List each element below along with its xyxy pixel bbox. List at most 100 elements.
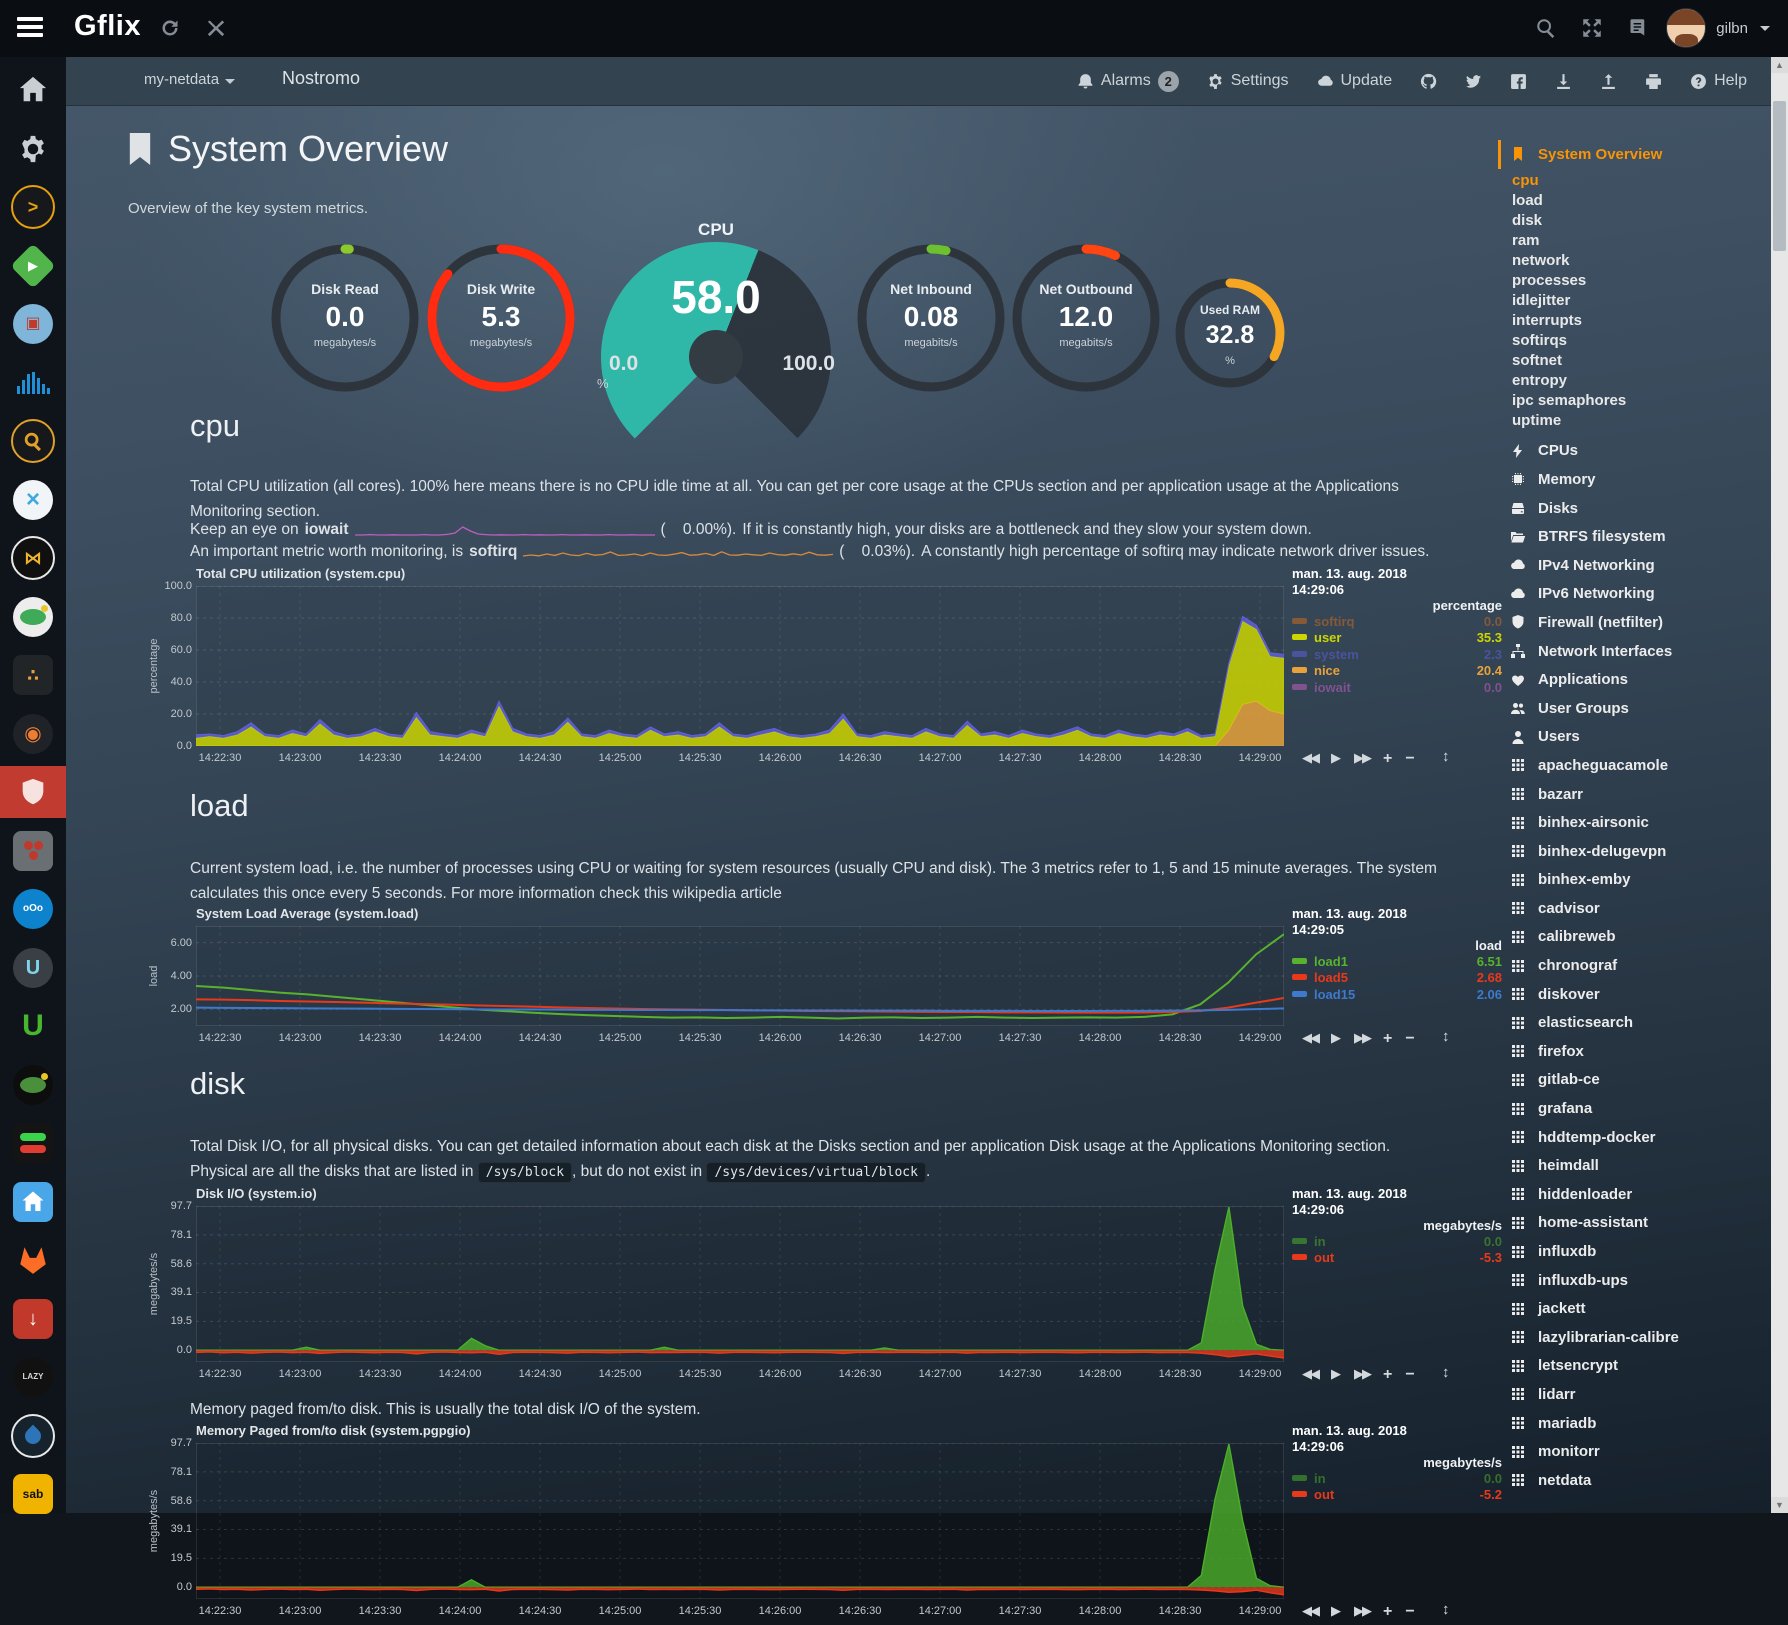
chart-resize-handle[interactable]: ↕ — [1442, 1364, 1450, 1381]
legend-load1[interactable]: load16.51 — [1292, 954, 1502, 970]
pan-backward-button[interactable]: ◀◀ — [1302, 1030, 1318, 1048]
net-outbound-gauge[interactable]: Net Outbound12.0megabits/s — [1011, 243, 1161, 393]
scroll-up-button[interactable]: ▲ — [1771, 57, 1788, 73]
scrollbar[interactable]: ▲ ▼ — [1771, 57, 1788, 1513]
menu-section-gitlab-ce[interactable]: gitlab-ce — [1510, 1066, 1765, 1095]
pan-forward-button[interactable]: ▶▶ — [1354, 750, 1370, 768]
app-icon-jackett[interactable] — [0, 415, 66, 467]
menu-section-firewall-netfilter-[interactable]: Firewall (netfilter) — [1510, 608, 1765, 637]
home-icon[interactable] — [0, 64, 66, 116]
legend-load5[interactable]: load52.68 — [1292, 970, 1502, 986]
app-icon-grafana[interactable]: ◉ — [0, 708, 66, 760]
app-icon-nextcloud[interactable]: oOo — [0, 883, 66, 935]
app-icon-lazylibrarian[interactable]: LAZY — [0, 1351, 66, 1403]
menu-section-bazarr[interactable]: bazarr — [1510, 780, 1765, 809]
chart-plot[interactable] — [196, 1443, 1284, 1599]
app-icon-gitlab[interactable] — [0, 1234, 66, 1286]
chart-memory-paged[interactable]: Memory Paged from/to disk (system.pgpgio… — [150, 1423, 1610, 1625]
app-icon-ubooquity[interactable]: U — [0, 942, 66, 994]
menu-section-binhex-emby[interactable]: binhex-emby — [1510, 866, 1765, 895]
disk-write-gauge[interactable]: Disk Write5.3megabytes/s — [426, 243, 576, 393]
toolbar-alarms-button[interactable]: Alarms2 — [1077, 71, 1179, 92]
app-icon-emby[interactable]: ▶ — [0, 240, 66, 292]
menu-section-btrfs-filesystem[interactable]: BTRFS filesystem — [1510, 522, 1765, 551]
toolbar-twitter-button[interactable] — [1465, 73, 1482, 90]
legend-load15[interactable]: load152.06 — [1292, 987, 1502, 1003]
chart-resize-handle[interactable]: ↕ — [1442, 1601, 1450, 1618]
menu-item-interrupts[interactable]: interrupts — [1512, 311, 1765, 331]
chart-plot[interactable] — [196, 586, 1284, 746]
zoom-out-button[interactable]: − — [1405, 1603, 1414, 1621]
used-ram-gauge[interactable]: Used RAM32.8% — [1174, 277, 1286, 389]
app-icon-organizr[interactable] — [0, 591, 66, 643]
legend-out[interactable]: out-5.3 — [1292, 1250, 1502, 1266]
toolbar-help-button[interactable]: Help — [1690, 72, 1747, 90]
menu-section-hiddenloader[interactable]: hiddenloader — [1510, 1180, 1765, 1209]
chart-resize-handle[interactable]: ↕ — [1442, 1028, 1450, 1045]
legend-system[interactable]: system2.3 — [1292, 647, 1502, 663]
search-icon[interactable] — [1536, 18, 1556, 38]
app-icon-plex[interactable]: > — [0, 181, 66, 233]
legend-user[interactable]: user35.3 — [1292, 630, 1502, 646]
net-inbound-gauge[interactable]: Net Inbound0.08megabits/s — [856, 243, 1006, 393]
app-icon-deluge[interactable] — [0, 1410, 66, 1462]
legend-in[interactable]: in0.0 — [1292, 1471, 1502, 1487]
close-icon[interactable] — [206, 18, 226, 38]
app-icon-tautulli[interactable]: ▣ — [0, 298, 66, 350]
menu-item-entropy[interactable]: entropy — [1512, 371, 1765, 391]
play-button[interactable]: ▶ — [1331, 1030, 1341, 1048]
legend-out[interactable]: out-5.2 — [1292, 1487, 1502, 1503]
menu-section-apacheguacamole[interactable]: apacheguacamole — [1510, 751, 1765, 780]
menu-section-elasticsearch[interactable]: elasticsearch — [1510, 1008, 1765, 1037]
app-icon-monitorr[interactable] — [0, 1117, 66, 1169]
menu-section-home-assistant[interactable]: home-assistant — [1510, 1209, 1765, 1238]
zoom-out-button[interactable]: − — [1405, 1030, 1414, 1048]
user-menu[interactable]: gilbn — [1666, 8, 1770, 48]
toolbar-update-button[interactable]: Update — [1317, 72, 1393, 90]
play-button[interactable]: ▶ — [1331, 750, 1341, 768]
changelog-icon[interactable] — [1628, 18, 1648, 38]
gear-icon[interactable] — [0, 123, 66, 175]
legend-nice[interactable]: nice20.4 — [1292, 663, 1502, 679]
app-icon-utorrent[interactable]: U — [0, 1000, 66, 1052]
menu-section-user-groups[interactable]: User Groups — [1510, 694, 1765, 723]
play-button[interactable]: ▶ — [1331, 1603, 1341, 1621]
disk-read-gauge[interactable]: Disk Read0.0megabytes/s — [270, 243, 420, 393]
toolbar-github-button[interactable] — [1420, 73, 1437, 90]
menu-section-lidarr[interactable]: lidarr — [1510, 1380, 1765, 1409]
menu-section-firefox[interactable]: firefox — [1510, 1037, 1765, 1066]
menu-item-uptime[interactable]: uptime — [1512, 411, 1765, 431]
menu-section-memory[interactable]: Memory — [1510, 465, 1765, 494]
pan-backward-button[interactable]: ◀◀ — [1302, 1603, 1318, 1621]
chart-cpu-utilization[interactable]: Total CPU utilization (system.cpu)man. 1… — [150, 566, 1610, 772]
hamburger-menu-icon[interactable] — [17, 17, 43, 39]
menu-section-network-interfaces[interactable]: Network Interfaces — [1510, 637, 1765, 666]
menu-section-users[interactable]: Users — [1510, 723, 1765, 752]
fullscreen-icon[interactable] — [1582, 18, 1602, 38]
menu-section-influxdb[interactable]: influxdb — [1510, 1237, 1765, 1266]
menu-item-idlejitter[interactable]: idlejitter — [1512, 291, 1765, 311]
chart-disk-io[interactable]: Disk I/O (system.io)man. 13. aug. 201814… — [150, 1186, 1610, 1388]
menu-section-binhex-airsonic[interactable]: binhex-airsonic — [1510, 808, 1765, 837]
legend-in[interactable]: in0.0 — [1292, 1234, 1502, 1250]
pan-forward-button[interactable]: ▶▶ — [1354, 1603, 1370, 1621]
menu-section-monitorr[interactable]: monitorr — [1510, 1437, 1765, 1466]
app-icon-sabnzbd[interactable]: sab — [0, 1468, 66, 1520]
menu-section-cadvisor[interactable]: cadvisor — [1510, 894, 1765, 923]
menu-section-netdata[interactable]: netdata — [1510, 1466, 1765, 1495]
chart-plot[interactable] — [196, 926, 1284, 1026]
app-icon-raspberry[interactable] — [0, 825, 66, 877]
menu-section-diskover[interactable]: diskover — [1510, 980, 1765, 1009]
chart-system-load[interactable]: System Load Average (system.load)man. 13… — [150, 906, 1610, 1052]
menu-section-ipv6-networking[interactable]: IPv6 Networking — [1510, 580, 1765, 609]
menu-item-processes[interactable]: processes — [1512, 271, 1765, 291]
refresh-icon[interactable] — [160, 18, 180, 38]
app-icon-airsonic[interactable] — [0, 357, 66, 409]
pan-forward-button[interactable]: ▶▶ — [1354, 1030, 1370, 1048]
pan-backward-button[interactable]: ◀◀ — [1302, 1366, 1318, 1384]
zoom-out-button[interactable]: − — [1405, 750, 1414, 768]
menu-section-calibreweb[interactable]: calibreweb — [1510, 923, 1765, 952]
app-icon-home-assistant[interactable] — [0, 1176, 66, 1228]
pan-backward-button[interactable]: ◀◀ — [1302, 750, 1318, 768]
toolbar-settings-button[interactable]: Settings — [1207, 72, 1289, 90]
